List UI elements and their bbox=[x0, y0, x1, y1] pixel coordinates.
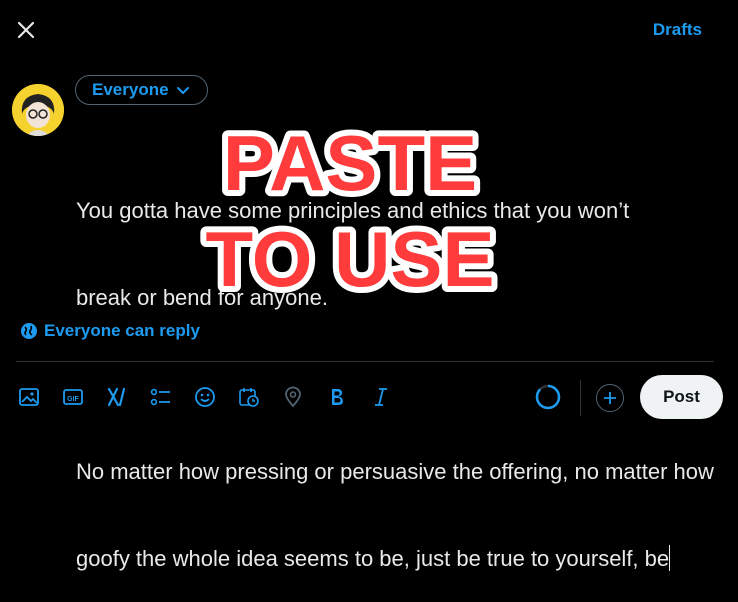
post-text-line: No matter how pressing or persuasive the… bbox=[76, 459, 714, 484]
schedule-icon bbox=[239, 388, 259, 407]
avatar[interactable] bbox=[12, 84, 64, 136]
character-count-ring bbox=[535, 384, 561, 410]
italic-icon bbox=[375, 388, 387, 406]
bold-button[interactable] bbox=[326, 386, 348, 408]
paste-to-use-overlay: PASTE TO USE bbox=[200, 113, 501, 308]
grok-button[interactable] bbox=[106, 386, 128, 408]
location-icon bbox=[285, 386, 301, 408]
globe-icon bbox=[21, 323, 37, 339]
bold-icon bbox=[332, 389, 343, 405]
gif-button[interactable]: GIF bbox=[62, 386, 84, 408]
close-icon bbox=[17, 21, 35, 39]
gif-icon: GIF bbox=[63, 389, 83, 405]
chevron-down-icon bbox=[176, 87, 189, 94]
svg-text:GIF: GIF bbox=[67, 396, 79, 403]
poll-button[interactable] bbox=[150, 386, 172, 408]
toolbar-separator bbox=[580, 380, 581, 416]
audience-label: Everyone bbox=[92, 80, 169, 99]
divider bbox=[16, 361, 714, 362]
location-button[interactable] bbox=[282, 386, 304, 408]
overlay-line-2: TO USE bbox=[206, 215, 495, 303]
drafts-button[interactable]: Drafts bbox=[653, 20, 702, 40]
schedule-button[interactable] bbox=[238, 386, 260, 408]
add-post-button[interactable] bbox=[596, 384, 624, 412]
audience-selector[interactable]: Everyone bbox=[75, 75, 208, 105]
italic-button[interactable] bbox=[370, 386, 392, 408]
composer-toolbar: GIF bbox=[18, 386, 414, 408]
image-icon bbox=[19, 388, 39, 406]
post-text-line: goofy the whole idea seems to be, just b… bbox=[76, 546, 670, 571]
grok-icon bbox=[107, 387, 126, 407]
reply-setting-button[interactable]: Everyone can reply bbox=[20, 321, 200, 341]
post-button[interactable]: Post bbox=[640, 375, 723, 419]
emoji-icon bbox=[195, 387, 215, 407]
text-caret bbox=[669, 545, 671, 571]
poll-icon bbox=[150, 388, 170, 406]
emoji-button[interactable] bbox=[194, 386, 216, 408]
image-button[interactable] bbox=[18, 386, 40, 408]
avatar-illustration bbox=[12, 84, 64, 136]
overlay-line-1: PASTE bbox=[223, 119, 477, 207]
reply-setting-label: Everyone can reply bbox=[44, 321, 200, 340]
close-button[interactable] bbox=[14, 18, 38, 42]
plus-icon bbox=[604, 392, 616, 404]
